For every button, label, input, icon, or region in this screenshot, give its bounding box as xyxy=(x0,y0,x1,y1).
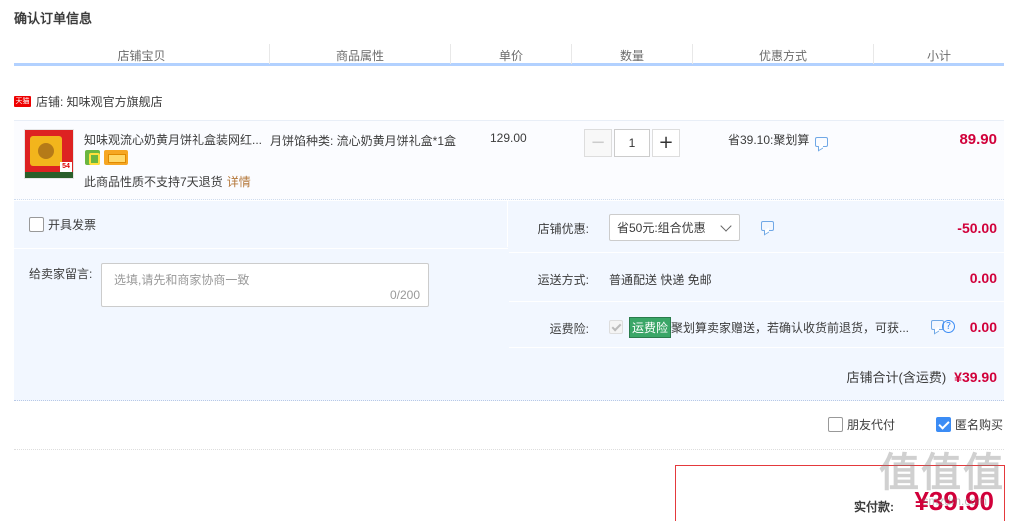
anonymous-checkbox[interactable] xyxy=(936,417,951,432)
final-payment-label: 实付款: xyxy=(854,500,894,514)
friend-pay-label: 朋友代付 xyxy=(847,418,896,432)
discount-method: 省39.10:聚划算 xyxy=(728,131,829,148)
message-char-count: 0/200 xyxy=(389,288,420,302)
decrease-qty-button[interactable]: − xyxy=(584,129,612,157)
chat-bubble-icon[interactable] xyxy=(815,136,829,147)
product-thumbnail[interactable]: 54 xyxy=(24,129,74,179)
thumb-tag: 54 xyxy=(60,162,72,172)
insurance-checkbox xyxy=(609,320,623,334)
payment-options: 朋友代付 匿名购买 xyxy=(14,402,1004,450)
return-note-text: 此商品性质不支持7天退货 xyxy=(84,175,223,189)
col-header-qty: 数量 xyxy=(619,49,644,63)
shop-name[interactable]: 店铺: 知味观官方旗舰店 xyxy=(36,93,163,110)
unit-price: 129.00 xyxy=(490,131,527,145)
insurance-badge: 运费险 xyxy=(629,317,672,338)
seller-message-input[interactable]: 选填,请先和商家协商一致 0/200 xyxy=(101,263,429,307)
insurance-value: 0.00 xyxy=(969,319,997,335)
shop-row: 天猫 店铺: 知味观官方旗舰店 xyxy=(14,92,163,110)
shipping-label: 运送方式: xyxy=(537,273,589,287)
return-policy-note: 此商品性质不支持7天退货 详情 xyxy=(84,173,251,190)
column-headers: 店铺宝贝 商品属性 单价 数量 优惠方式 小计 xyxy=(14,42,1004,66)
chevron-down-icon xyxy=(720,220,732,232)
discount-text: 省39.10:聚划算 xyxy=(728,133,810,147)
credit-card-icon[interactable] xyxy=(104,150,128,165)
details-link[interactable]: 详情 xyxy=(227,175,251,189)
friend-pay-option[interactable]: 朋友代付 xyxy=(828,416,895,433)
friend-pay-checkbox[interactable] xyxy=(828,417,843,432)
col-header-attr: 商品属性 xyxy=(335,49,384,63)
shipping-row: 运送方式: 普通配送 快递 免邮 0.00 xyxy=(509,254,1004,302)
shop-discount-select[interactable]: 省50元:组合优惠 xyxy=(609,214,740,241)
increase-qty-button[interactable]: + xyxy=(652,129,680,157)
product-attributes: 月饼馅种类: 流心奶黄月饼礼盒*1盒 xyxy=(270,134,457,148)
shop-total-value: ¥39.90 xyxy=(954,369,997,385)
shop-total-label: 店铺合计(含运费) xyxy=(846,370,947,385)
invoice-checkbox[interactable] xyxy=(29,217,44,232)
mooncake-icon xyxy=(38,143,54,159)
shipping-value: 0.00 xyxy=(969,270,997,286)
tmall-icon: 天猫 xyxy=(14,95,31,107)
guarantee-icon[interactable] xyxy=(85,150,100,165)
shop-discount-selected: 省50元:组合优惠 xyxy=(617,221,706,235)
shop-discount-row: 店铺优惠: 省50元:组合优惠 -50.00 xyxy=(509,201,1004,253)
message-placeholder: 选填,请先和商家协商一致 xyxy=(114,273,250,287)
order-item-row: 54 知味观流心奶黄月饼礼盒装网红... 此商品性质不支持7天退货 详情 月饼馅种… xyxy=(14,120,1004,200)
order-options-panel: 开具发票 给卖家留言: 选填,请先和商家协商一致 0/200 店铺优惠: 省50… xyxy=(14,201,1004,401)
shop-discount-label: 店铺优惠: xyxy=(537,222,589,236)
chat-bubble-icon[interactable] xyxy=(761,221,774,231)
col-header-discount: 优惠方式 xyxy=(758,49,807,63)
invoice-label: 开具发票 xyxy=(48,218,97,232)
col-header-item: 店铺宝贝 xyxy=(117,49,166,63)
invoice-section: 开具发票 xyxy=(14,201,508,247)
shop-discount-value: -50.00 xyxy=(957,220,997,236)
insurance-description: 聚划算卖家赠送，若确认收货前退货，可获... xyxy=(671,321,910,335)
invoice-option[interactable]: 开具发票 xyxy=(29,216,96,233)
watermark-url: smzdm.com xyxy=(922,494,987,508)
product-title[interactable]: 知味观流心奶黄月饼礼盒装网红... xyxy=(84,131,264,148)
page-title: 确认订单信息 xyxy=(14,11,93,26)
shop-total: 店铺合计(含运费) ¥39.90 xyxy=(847,367,998,386)
item-subtotal: 89.90 xyxy=(959,131,997,148)
shipping-method: 普通配送 快递 免邮 xyxy=(609,273,712,287)
service-icons xyxy=(85,150,128,165)
quantity-stepper: − + xyxy=(584,129,680,157)
help-icon[interactable]: ? xyxy=(942,320,955,333)
col-header-price: 单价 xyxy=(498,49,523,63)
watermark-logo: 值值值 xyxy=(879,449,1005,496)
col-header-subtotal: 小计 xyxy=(926,49,951,63)
quantity-input[interactable] xyxy=(614,129,650,157)
anonymous-label: 匿名购买 xyxy=(955,418,1004,432)
insurance-label: 运费险: xyxy=(549,322,589,336)
message-label: 给卖家留言: xyxy=(29,267,93,281)
insurance-row: 运费险: 运费险 聚划算卖家赠送，若确认收货前退货，可获... ? 0.00 xyxy=(509,303,1004,348)
anonymous-option[interactable]: 匿名购买 xyxy=(936,416,1003,433)
